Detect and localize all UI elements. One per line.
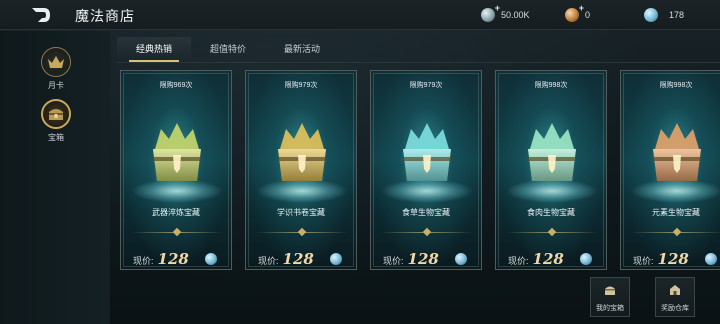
my-chest-label: 我的宝箱: [596, 305, 624, 312]
product-card[interactable]: 限购998次 元素生物宝藏现价: 128: [620, 70, 720, 270]
treasure-chest-icon: [153, 123, 201, 181]
divider-ornament: [297, 227, 307, 237]
product-card[interactable]: 限购979次 学识书卷宝藏现价: 128: [245, 70, 357, 270]
divider-ornament: [172, 227, 182, 237]
product-name: 元素生物宝藏: [652, 208, 700, 217]
price-value: 128: [407, 250, 439, 268]
tab-special-offer[interactable]: 超值特价: [191, 37, 265, 61]
purchase-limit: 限购998次: [659, 82, 693, 89]
price-value: 128: [532, 250, 564, 268]
price-label: 现价:: [508, 256, 529, 266]
currency-silver-value: 50.00K: [501, 10, 530, 20]
product-name: 武器淬炼宝藏: [152, 208, 200, 217]
treasure-chest-icon: [653, 123, 701, 181]
price-value: 128: [157, 250, 189, 268]
treasure-chest-icon: [528, 123, 576, 181]
tab-bar: 经典热销 超值特价 最新活动: [117, 37, 339, 62]
warehouse-icon: [670, 285, 680, 295]
tab-divider: [117, 62, 720, 63]
currency-crystal-value: 178: [669, 10, 685, 20]
price-label: 现价:: [133, 256, 154, 266]
shop-screen: 魔法商店 + 50.00K + 0 178 月卡 宝箱 经典热销 超值特价 最新…: [0, 0, 720, 324]
product-name: 食草生物宝藏: [402, 208, 450, 217]
price-value: 128: [282, 250, 314, 268]
currency-silver[interactable]: + 50.00K: [481, 3, 530, 25]
tab-classic-hot[interactable]: 经典热销: [117, 37, 191, 62]
price-row: 现价: 128: [383, 250, 439, 268]
crown-icon-holder: [41, 47, 71, 77]
product-card[interactable]: 限购969次 武器淬炼宝藏现价: 128: [120, 70, 232, 270]
back-button[interactable]: [30, 5, 52, 25]
purchase-limit: 限购979次: [284, 82, 318, 89]
crown-icon: [48, 56, 64, 68]
price-label: 现价:: [383, 256, 404, 266]
price-value: 128: [657, 250, 689, 268]
crystal-coin-icon: [330, 253, 342, 265]
currency-bronze[interactable]: + 0: [565, 3, 591, 25]
price-row: 现价: 128: [508, 250, 564, 268]
sidebar-item-treasure[interactable]: 宝箱: [40, 99, 72, 143]
reward-warehouse-button[interactable]: 奖励仓库: [655, 277, 695, 317]
price-row: 现价: 128: [258, 250, 314, 268]
my-chest-button[interactable]: 我的宝箱: [590, 277, 630, 317]
silver-coin-icon: +: [481, 3, 500, 22]
page-title: 魔法商店: [75, 8, 135, 24]
purchase-limit: 限购998次: [534, 82, 568, 89]
crystal-coin-icon: [205, 253, 217, 265]
price-row: 现价: 128: [133, 250, 189, 268]
chest-icon: [605, 286, 615, 295]
treasure-chest-icon-holder: [41, 99, 71, 129]
product-name: 食肉生物宝藏: [527, 208, 575, 217]
crystal-coin-icon: [644, 8, 658, 22]
currency-crystal: 178: [644, 5, 684, 25]
currency-bronze-value: 0: [585, 10, 591, 20]
sidebar-item-label: 宝箱: [48, 133, 64, 142]
crystal-coin-icon: [580, 253, 592, 265]
sidebar-item-monthly-card[interactable]: 月卡: [40, 47, 72, 91]
purchase-limit: 限购979次: [409, 82, 443, 89]
divider-ornament: [672, 227, 682, 237]
product-name: 学识书卷宝藏: [277, 208, 325, 217]
sidebar: 月卡 宝箱: [0, 31, 110, 324]
treasure-chest-icon: [49, 109, 63, 120]
tab-latest-event[interactable]: 最新活动: [265, 37, 339, 61]
product-card[interactable]: 限购998次 食肉生物宝藏现价: 128: [495, 70, 607, 270]
price-label: 现价:: [633, 256, 654, 266]
reward-warehouse-label: 奖励仓库: [661, 305, 689, 312]
treasure-chest-icon: [403, 123, 451, 181]
crystal-coin-icon: [455, 253, 467, 265]
crystal-coin-icon: [705, 253, 717, 265]
price-label: 现价:: [258, 256, 279, 266]
sidebar-item-label: 月卡: [48, 81, 64, 90]
top-bar: 魔法商店 + 50.00K + 0 178: [0, 0, 720, 30]
divider-ornament: [547, 227, 557, 237]
product-card[interactable]: 限购979次 食草生物宝藏现价: 128: [370, 70, 482, 270]
treasure-chest-icon: [278, 123, 326, 181]
back-arrow-icon: [32, 8, 50, 22]
purchase-limit: 限购969次: [159, 82, 193, 89]
divider-ornament: [422, 227, 432, 237]
price-row: 现价: 128: [633, 250, 689, 268]
bronze-coin-icon: +: [565, 3, 584, 22]
